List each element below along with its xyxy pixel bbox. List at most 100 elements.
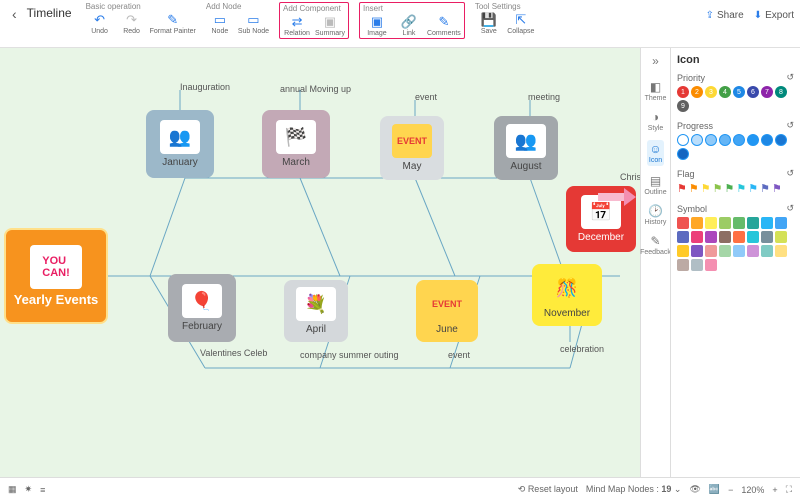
back-button[interactable]: ‹	[6, 2, 23, 26]
share-button[interactable]: ⇪Share	[706, 10, 744, 21]
node-april[interactable]: 💐April	[284, 280, 348, 342]
flag-row-item[interactable]: ⚑	[713, 182, 723, 195]
symbol-row-item[interactable]	[761, 245, 773, 257]
tab-style[interactable]: ◑Style	[648, 110, 664, 132]
collapse-button[interactable]: ⇱Collapse	[507, 12, 535, 35]
fullscreen-icon[interactable]: ⛶	[786, 484, 792, 495]
symbol-row-item[interactable]	[761, 231, 773, 243]
zoom-in-button[interactable]: +	[772, 485, 777, 495]
progress-row-item[interactable]	[719, 134, 731, 146]
flag-row-item[interactable]: ⚑	[760, 182, 770, 195]
flag-row-item[interactable]: ⚑	[772, 182, 782, 195]
export-button[interactable]: ⬇Export	[754, 10, 794, 21]
priority-row-item[interactable]: 5	[733, 86, 745, 98]
priority-row-item[interactable]: 6	[747, 86, 759, 98]
node-june[interactable]: EVENTJune	[416, 280, 478, 342]
flag-row-item[interactable]: ⚑	[748, 182, 758, 195]
relation-button[interactable]: ⇄Relation	[283, 14, 311, 37]
progress-row-item[interactable]	[733, 134, 745, 146]
flag-row-item[interactable]: ⚑	[736, 182, 746, 195]
highlight-arrow	[598, 188, 636, 206]
link-button[interactable]: 🔗Link	[395, 14, 423, 37]
progress-row-item[interactable]	[677, 148, 689, 160]
symbol-row-item[interactable]	[705, 231, 717, 243]
flag-row-item[interactable]: ⚑	[701, 182, 711, 195]
symbol-row-item[interactable]	[705, 217, 717, 229]
symbol-row-item[interactable]	[705, 259, 717, 271]
symbol-row-item[interactable]	[691, 245, 703, 257]
tab-history[interactable]: 🕑History	[645, 204, 667, 226]
view-star-icon[interactable]: ✷	[25, 484, 33, 495]
tool-a-icon[interactable]: 🔤	[709, 484, 720, 495]
priority-row-item[interactable]: 1	[677, 86, 689, 98]
symbol-row-item[interactable]	[733, 217, 745, 229]
root-node[interactable]: YOUCAN! Yearly Events	[4, 228, 108, 324]
priority-row-item[interactable]: 2	[691, 86, 703, 98]
tab-theme[interactable]: ◧Theme	[645, 80, 667, 102]
reset-layout-button[interactable]: ⟲ Reset layout	[518, 484, 578, 495]
symbol-row-item[interactable]	[691, 231, 703, 243]
symbol-row-item[interactable]	[761, 217, 773, 229]
node-august[interactable]: 👥August	[494, 116, 558, 180]
progress-row-item[interactable]	[747, 134, 759, 146]
tab-feedback[interactable]: ✎Feedback	[640, 234, 671, 256]
symbol-row-item[interactable]	[719, 217, 731, 229]
symbol-row-item[interactable]	[719, 231, 731, 243]
progress-row-item[interactable]	[705, 134, 717, 146]
collapse-panel-button[interactable]: »	[652, 54, 659, 68]
symbol-row-item[interactable]	[677, 231, 689, 243]
image-button[interactable]: ▣Image	[363, 14, 391, 37]
summary-button[interactable]: ▣Summary	[315, 14, 345, 37]
comments-button[interactable]: ✎Comments	[427, 14, 461, 37]
symbol-row-item[interactable]	[677, 217, 689, 229]
priority-row-item[interactable]: 7	[761, 86, 773, 98]
tab-outline[interactable]: ▤Outline	[644, 174, 666, 196]
view-grid-icon[interactable]: ▦	[8, 484, 17, 495]
flag-row-item[interactable]: ⚑	[725, 182, 735, 195]
symbol-row-item[interactable]	[733, 245, 745, 257]
node-march[interactable]: 🏁March	[262, 110, 330, 178]
reset-icon[interactable]: ↺	[786, 203, 794, 214]
save-button[interactable]: 💾Save	[475, 12, 503, 35]
flag-row-item[interactable]: ⚑	[677, 182, 687, 195]
symbol-row-item[interactable]	[677, 259, 689, 271]
symbol-row-item[interactable]	[691, 217, 703, 229]
symbol-row-item[interactable]	[705, 245, 717, 257]
symbol-row-item[interactable]	[747, 217, 759, 229]
symbol-row-item[interactable]	[691, 259, 703, 271]
redo-button[interactable]: ↷Redo	[118, 12, 146, 35]
progress-row-item[interactable]	[761, 134, 773, 146]
symbol-row-item[interactable]	[677, 245, 689, 257]
symbol-row-item[interactable]	[747, 231, 759, 243]
progress-row-item[interactable]	[691, 134, 703, 146]
tab-icon[interactable]: ☺Icon	[647, 140, 664, 166]
undo-button[interactable]: ↶Undo	[86, 12, 114, 35]
reset-icon[interactable]: ↺	[786, 120, 794, 131]
subnode-button[interactable]: ▭Sub Node	[238, 12, 269, 35]
symbol-row-item[interactable]	[775, 245, 787, 257]
progress-row-item[interactable]	[677, 134, 689, 146]
priority-row-item[interactable]: 8	[775, 86, 787, 98]
reset-icon[interactable]: ↺	[786, 168, 794, 179]
priority-row-item[interactable]: 9	[677, 100, 689, 112]
reset-icon[interactable]: ↺	[786, 72, 794, 83]
format-painter-button[interactable]: ✎Format Painter	[150, 12, 196, 35]
symbol-row-item[interactable]	[775, 217, 787, 229]
zoom-out-button[interactable]: −	[728, 485, 733, 495]
node-february[interactable]: 🎈February	[168, 274, 236, 342]
progress-row-item[interactable]	[775, 134, 787, 146]
node-button[interactable]: ▭Node	[206, 12, 234, 35]
priority-row-item[interactable]: 4	[719, 86, 731, 98]
node-may[interactable]: EVENTMay	[380, 116, 444, 180]
node-january[interactable]: 👥January	[146, 110, 214, 178]
symbol-row-item[interactable]	[747, 245, 759, 257]
symbol-row-item[interactable]	[733, 231, 745, 243]
tool-eye-icon[interactable]: 👁	[689, 484, 700, 495]
node-november[interactable]: 🎊November	[532, 264, 602, 326]
view-list-icon[interactable]: ≡	[40, 485, 45, 495]
mindmap-canvas[interactable]: YOUCAN! Yearly Events Inauguration 👥Janu…	[0, 48, 640, 477]
flag-row-item[interactable]: ⚑	[689, 182, 699, 195]
priority-row-item[interactable]: 3	[705, 86, 717, 98]
symbol-row-item[interactable]	[775, 231, 787, 243]
symbol-row-item[interactable]	[719, 245, 731, 257]
